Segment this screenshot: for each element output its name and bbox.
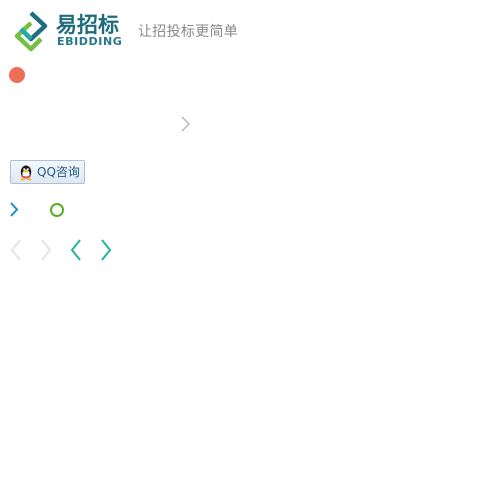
carousel-next-disabled-icon[interactable]: [38, 238, 54, 262]
circle-outline-icon: [50, 203, 64, 217]
brand-logo-icon: [14, 11, 48, 52]
carousel-prev-disabled-icon[interactable]: [8, 238, 24, 262]
qq-consult-button[interactable]: QQ咨询: [10, 160, 85, 184]
brand-name: 易招标: [56, 13, 119, 37]
chevron-right-icon[interactable]: [8, 201, 20, 218]
carousel-prev-icon[interactable]: [68, 238, 84, 262]
chevron-right-icon[interactable]: [178, 115, 192, 133]
carousel-next-icon[interactable]: [98, 238, 114, 262]
brand-name-english: EBIDDING: [57, 35, 123, 48]
status-dot: [9, 67, 25, 83]
qq-consult-label: QQ咨询: [37, 165, 80, 179]
brand-slogan: 让招投标更简单: [138, 24, 239, 40]
qq-penguin-icon: [20, 165, 32, 181]
